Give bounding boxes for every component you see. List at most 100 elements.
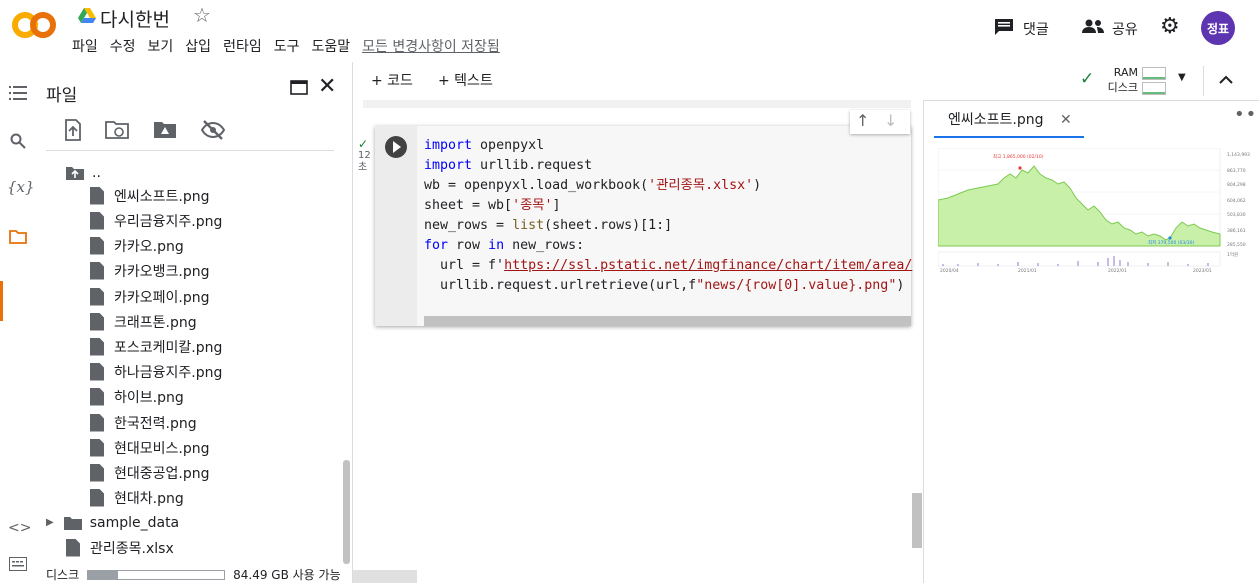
file-panel: 파일 ✕ .. 엔씨소프트.png 우리금융지주.png 카카오.png 카카오… xyxy=(36,62,353,583)
file-name: 관리종목.xlsx xyxy=(90,540,174,557)
share-people-icon[interactable] xyxy=(1082,19,1104,34)
notebook-h-scrollbar[interactable] xyxy=(353,570,417,583)
saved-status[interactable]: 모든 변경사항이 저장됨 xyxy=(362,36,500,56)
mount-drive-icon[interactable] xyxy=(152,118,178,142)
tab-close-icon[interactable]: ✕ xyxy=(1060,112,1072,128)
drive-icon[interactable] xyxy=(78,8,96,24)
folder-name: sample_data xyxy=(89,514,180,531)
upload-icon[interactable] xyxy=(60,118,86,142)
disk-res-label: 디스크 xyxy=(1107,81,1138,94)
notebook-vertical-scrollbar[interactable] xyxy=(912,493,922,548)
code-line-2: import urllib.request xyxy=(424,158,593,173)
more-vert-icon[interactable]: ••• xyxy=(1234,104,1259,125)
notebook-title[interactable]: 다시한번 xyxy=(100,5,170,32)
search-icon[interactable] xyxy=(10,133,26,149)
hide-files-icon[interactable] xyxy=(200,118,226,142)
add-text-button[interactable]: + 텍스트 xyxy=(438,70,493,90)
file-row[interactable]: 현대차.png xyxy=(90,485,184,510)
divider xyxy=(46,150,334,151)
folder-up-icon xyxy=(66,166,84,180)
file-row[interactable]: 현대모비스.png xyxy=(90,435,210,460)
code-snippets-icon[interactable]: <> xyxy=(8,520,31,536)
file-icon xyxy=(90,236,104,255)
menu-help[interactable]: 도움말 xyxy=(311,36,350,56)
file-name: 하이브.png xyxy=(114,389,184,406)
menu-tools[interactable]: 도구 xyxy=(274,36,300,56)
left-rail: {x} <> xyxy=(0,62,36,583)
file-row[interactable]: 관리종목.xlsx xyxy=(66,535,174,560)
file-icon xyxy=(90,387,104,406)
file-row[interactable]: 카카오페이.png xyxy=(90,284,210,309)
file-row[interactable]: 하이브.png xyxy=(90,384,184,409)
file-icon xyxy=(90,413,104,432)
toc-list-icon[interactable] xyxy=(9,86,27,100)
code-line-4: sheet = wb['종목'] xyxy=(424,198,561,213)
parent-dir-row[interactable]: .. xyxy=(66,160,101,185)
menu-insert[interactable]: 삽입 xyxy=(185,36,211,56)
tab-image-label: 엔씨소프트.png xyxy=(948,112,1044,128)
code-editor[interactable]: import openpyxl import urllib.request wb =… xyxy=(424,136,912,296)
file-icon xyxy=(90,337,104,356)
colab-logo[interactable] xyxy=(12,10,56,40)
file-icon xyxy=(90,438,104,457)
add-code-button[interactable]: + 코드 xyxy=(371,70,413,90)
move-up-icon[interactable]: ↑ xyxy=(856,111,869,130)
active-tab-indicator xyxy=(934,136,1084,138)
file-name: 한국전력.png xyxy=(114,415,197,432)
file-icon xyxy=(90,488,104,507)
terminal-icon[interactable] xyxy=(9,557,27,571)
file-icon xyxy=(90,362,104,381)
share-button[interactable]: 공유 xyxy=(1112,19,1138,39)
file-row[interactable]: 크래프톤.png xyxy=(90,309,197,334)
y-tick: 863,770 xyxy=(1227,168,1246,174)
y-tick: 804,298 xyxy=(1227,182,1246,188)
resource-labels[interactable]: RAM 디스크 xyxy=(1104,65,1138,95)
file-panel-scrollbar[interactable] xyxy=(343,460,350,564)
close-panel-icon[interactable]: ✕ xyxy=(318,74,336,99)
file-name: 현대모비스.png xyxy=(114,440,210,457)
menu-edit[interactable]: 수정 xyxy=(110,36,136,56)
file-row[interactable]: 카카오뱅크.png xyxy=(90,258,210,283)
comment-icon[interactable] xyxy=(994,18,1014,36)
caret-right-icon[interactable]: ▶ xyxy=(46,517,54,528)
resource-dropdown-icon[interactable]: ▼ xyxy=(1178,72,1186,83)
y-tick: 503,830 xyxy=(1227,212,1246,218)
chart-max-label: 최고 1,865,000 (02/10) xyxy=(993,153,1044,160)
folder-row[interactable]: ▶ sample_data xyxy=(46,510,179,535)
settings-gear-icon[interactable]: ⚙ xyxy=(1160,14,1180,39)
avatar[interactable]: 정표 xyxy=(1201,11,1235,45)
cell-horizontal-scrollbar[interactable] xyxy=(424,316,911,326)
file-row[interactable]: 현대중공업.png xyxy=(90,460,210,485)
file-row[interactable]: 포스코케미칼.png xyxy=(90,334,222,359)
file-row[interactable]: 카카오.png xyxy=(90,233,184,258)
file-row[interactable]: 한국전력.png xyxy=(90,410,197,435)
file-icon xyxy=(90,261,104,280)
comment-button[interactable]: 댓글 xyxy=(1023,19,1049,39)
ram-label: RAM xyxy=(1113,66,1138,79)
folder-icon[interactable] xyxy=(9,230,27,244)
variables-icon[interactable]: {x} xyxy=(7,178,35,196)
exec-status: ✓ 12 초 xyxy=(358,138,371,174)
file-row[interactable]: 하나금융지주.png xyxy=(90,359,222,384)
star-icon[interactable]: ☆ xyxy=(193,3,211,27)
file-row[interactable]: 엔씨소프트.png xyxy=(90,183,210,208)
file-panel-title: 파일 xyxy=(46,86,78,106)
stock-chart-image: 최고 1,865,000 (02/10) 최저 379,500 (03/30) … xyxy=(938,148,1250,274)
code-cell[interactable]: import openpyxl import urllib.request wb =… xyxy=(375,126,912,326)
file-icon xyxy=(90,186,104,205)
menu-file[interactable]: 파일 xyxy=(72,36,98,56)
expand-panel-icon[interactable] xyxy=(290,80,308,95)
y-tick: 604,062 xyxy=(1227,198,1246,204)
tab-image[interactable]: 엔씨소프트.png ✕ xyxy=(948,109,1072,129)
refresh-folder-icon[interactable] xyxy=(104,118,130,142)
file-name: 하나금융지주.png xyxy=(114,364,223,381)
move-down-icon[interactable]: ↓ xyxy=(884,111,897,130)
file-row[interactable]: 우리금융지주.png xyxy=(90,208,222,233)
menu-runtime[interactable]: 런타임 xyxy=(223,36,262,56)
collapse-header-icon[interactable] xyxy=(1219,75,1233,84)
menu-view[interactable]: 보기 xyxy=(148,36,174,56)
notebook-area: import openpyxl import urllib.request wb =… xyxy=(353,100,923,583)
connected-check-icon: ✓ xyxy=(1080,69,1095,89)
file-icon xyxy=(90,312,104,331)
resource-graph-icon[interactable] xyxy=(1142,67,1166,95)
